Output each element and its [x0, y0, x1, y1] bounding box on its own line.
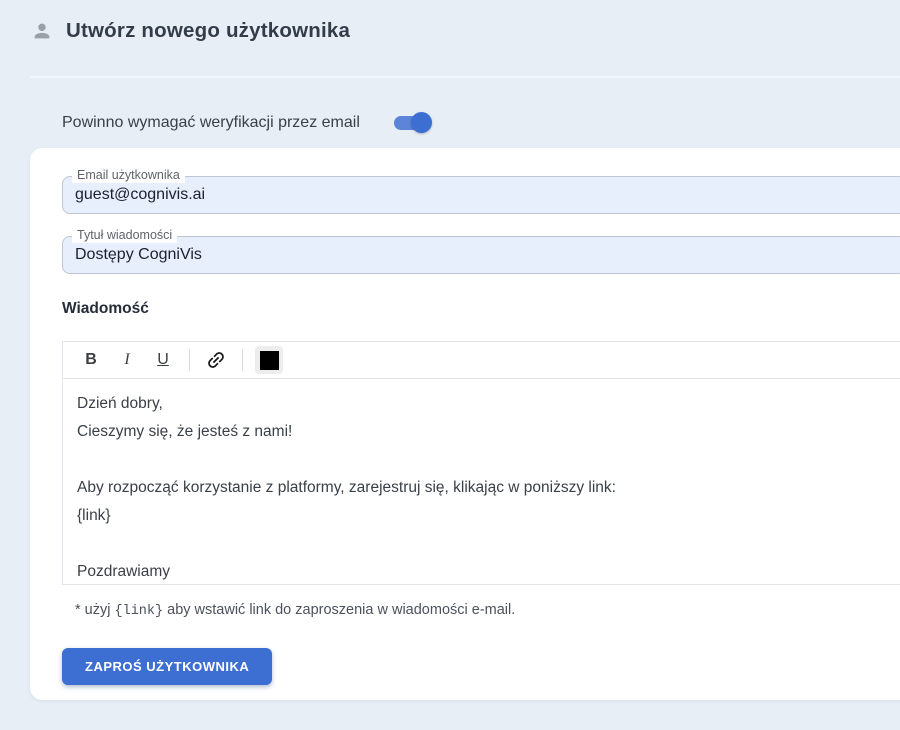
message-section-label: Wiadomość — [62, 300, 900, 318]
create-user-card: Email użytkownika Tytuł wiadomości Wiado… — [30, 148, 900, 700]
message-line — [77, 446, 900, 474]
hint-suffix: aby wstawić link do zaproszenia w wiadom… — [163, 602, 515, 618]
message-line: Aby rozpocząć korzystanie z platformy, z… — [77, 474, 900, 502]
subject-field-label: Tytuł wiadomości — [72, 228, 177, 243]
bold-button[interactable]: B — [73, 346, 109, 374]
toolbar-divider — [242, 349, 243, 371]
invite-user-button[interactable]: ZAPROŚ UŻYTKOWNIKA — [62, 648, 272, 685]
message-line: Dzień dobry, — [77, 390, 900, 418]
page-title: Utwórz nowego użytkownika — [66, 19, 350, 43]
subject-field[interactable] — [63, 246, 900, 264]
message-line: Pozdrawiamy — [77, 558, 900, 584]
person-icon — [31, 20, 53, 42]
email-verification-row: Powinno wymagać weryfikacji przez email — [62, 112, 432, 133]
message-line — [77, 530, 900, 558]
email-verification-label: Powinno wymagać weryfikacji przez email — [62, 114, 360, 132]
link-icon — [205, 349, 227, 371]
subject-field-container: Tytuł wiadomości — [62, 236, 900, 274]
link-placeholder-hint: * użyj {link} aby wstawić link do zapros… — [75, 602, 900, 619]
message-editor: B I U Dzień dobry, Cieszym — [62, 341, 900, 585]
editor-toolbar: B I U — [63, 342, 900, 379]
page-header: Utwórz nowego użytkownika — [0, 0, 900, 43]
insert-link-button[interactable] — [198, 346, 234, 374]
toggle-thumb — [411, 112, 432, 133]
message-line: {link} — [77, 502, 900, 530]
header-divider — [30, 76, 900, 78]
text-color-button[interactable] — [255, 346, 283, 374]
hint-code: {link} — [115, 604, 164, 619]
underline-button[interactable]: U — [145, 346, 181, 374]
toolbar-divider — [189, 349, 190, 371]
message-line: Cieszymy się, że jesteś z nami! — [77, 418, 900, 446]
italic-button[interactable]: I — [109, 346, 145, 374]
email-field-container: Email użytkownika — [62, 176, 900, 214]
email-field[interactable] — [63, 186, 900, 204]
color-swatch-icon — [260, 351, 279, 370]
email-field-label: Email użytkownika — [72, 168, 185, 183]
message-body-input[interactable]: Dzień dobry, Cieszymy się, że jesteś z n… — [63, 379, 900, 584]
hint-prefix: * użyj — [75, 602, 115, 618]
email-verification-toggle[interactable] — [394, 112, 432, 133]
